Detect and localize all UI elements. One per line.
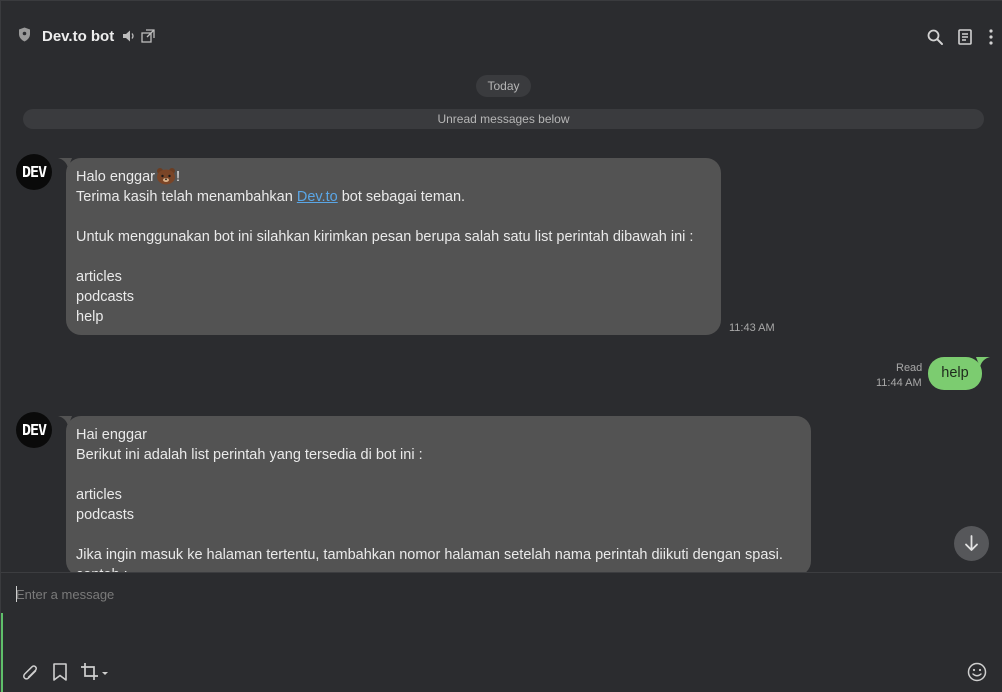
screenshot-crop-icon[interactable] [80,662,110,682]
message-bubble[interactable]: Halo enggar! Terima kasih telah menambah… [66,158,721,335]
window-focus-accent [1,613,3,692]
chat-title[interactable]: Dev.to bot [42,28,114,45]
greeting-suffix: ! [176,169,181,185]
command-item: podcasts [76,289,135,305]
popout-icon[interactable] [141,29,155,43]
arrow-down-icon [965,535,978,551]
command-item: help [76,309,104,325]
read-receipt: Read [896,362,923,374]
command-item: podcasts [76,507,135,523]
emoji-icon[interactable] [967,662,987,682]
message-line: Hai enggar [76,427,147,443]
avatar[interactable]: DEV [16,412,52,448]
message-line: Untuk menggunakan bot ini silahkan kirim… [76,229,694,245]
bookmark-icon[interactable] [50,662,70,682]
message-composer [1,572,1002,692]
paperclip-icon[interactable] [20,662,40,682]
message-timestamp: 11:44 AM [876,377,922,389]
command-item: articles [76,487,122,503]
chat-window: Dev.to bot Today Unread messages below D… [0,0,1002,692]
more-icon[interactable] [982,28,1000,46]
text-segment: Terima kasih telah menambahkan [76,189,297,205]
speaker-icon[interactable] [122,29,136,43]
notes-icon[interactable] [956,28,974,46]
shield-icon [19,27,30,42]
command-item: articles [76,269,122,285]
message-line: Jika ingin masuk ke halaman tertentu, ta… [76,547,783,563]
message-timestamp: 11:43 AM [729,322,775,334]
unread-separator: Unread messages below [23,109,984,129]
avatar[interactable]: DEV [16,154,52,190]
message-line: Terima kasih telah menambahkan Dev.to bo… [76,187,711,207]
chat-header: Dev.to bot [1,1,1002,71]
text-segment: bot sebagai teman. [337,189,466,205]
date-separator: Today [476,75,531,97]
message-line: Berikut ini adalah list perintah yang te… [76,447,423,463]
scroll-to-bottom-button[interactable] [954,526,989,561]
message-line: Halo enggar! [76,167,711,187]
text-caret [16,586,17,602]
greeting-text: Halo enggar [76,169,155,185]
message-input[interactable] [16,583,986,605]
message-bubble[interactable]: Hai enggar Berikut ini adalah list perin… [66,416,811,583]
search-icon[interactable] [926,28,944,46]
devto-link[interactable]: Dev.to [297,189,338,205]
sent-message-bubble[interactable]: help [928,357,982,390]
bear-emoji-icon [157,168,175,185]
